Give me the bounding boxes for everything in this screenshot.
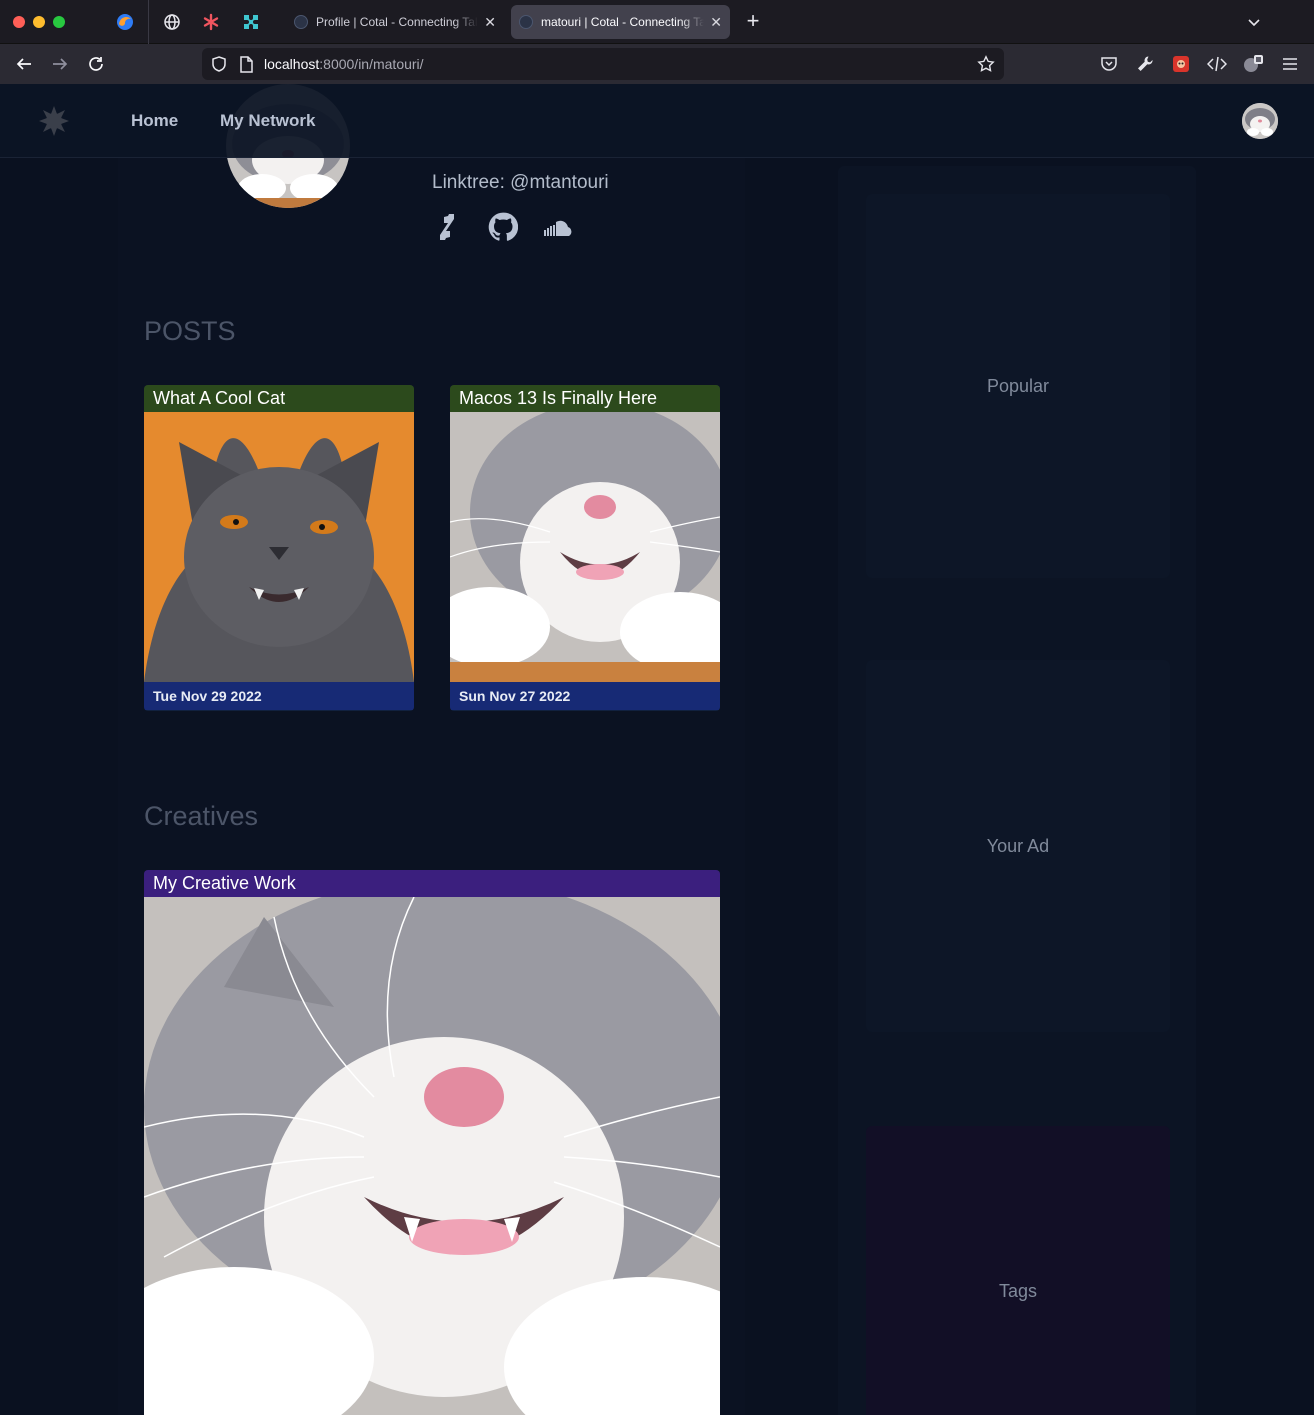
page-icon[interactable] bbox=[238, 56, 254, 78]
star-icon[interactable] bbox=[977, 55, 995, 78]
post-card[interactable]: Macos 13 Is Finally Here Sun Nov 27 2022 bbox=[450, 385, 720, 711]
popular-widget: Popular bbox=[866, 194, 1170, 578]
browser-tab-bar: Profile | Cotal - Connecting Talent ✕ ma… bbox=[0, 0, 1314, 44]
pocket-icon[interactable] bbox=[1098, 53, 1120, 75]
post-title[interactable]: What A Cool Cat bbox=[144, 385, 414, 412]
ad-widget[interactable]: Your Ad bbox=[866, 660, 1170, 1032]
close-window-button[interactable] bbox=[13, 16, 25, 28]
creative-image[interactable] bbox=[144, 897, 720, 1415]
back-arrow-icon[interactable] bbox=[12, 53, 36, 75]
post-image[interactable] bbox=[144, 412, 414, 682]
post-date: Sun Nov 27 2022 bbox=[450, 682, 720, 710]
sync-icon[interactable] bbox=[1243, 53, 1265, 75]
tab-separator bbox=[148, 0, 149, 44]
browser-toolbar: localhost:8000/in/matouri/ bbox=[0, 44, 1314, 84]
post-title[interactable]: Macos 13 Is Finally Here bbox=[450, 385, 720, 412]
cotal-logo-icon[interactable] bbox=[38, 105, 70, 137]
popular-label: Popular bbox=[986, 375, 1050, 396]
site-header: Home My Network bbox=[0, 84, 1314, 158]
cotal-favicon-icon bbox=[519, 15, 533, 29]
cotal-favicon-icon bbox=[294, 15, 308, 29]
globe-icon[interactable] bbox=[160, 10, 184, 34]
posts-heading: POSTS bbox=[144, 316, 236, 346]
url-text[interactable]: localhost:8000/in/matouri/ bbox=[264, 56, 424, 74]
tags-widget: Tags bbox=[866, 1126, 1170, 1415]
ad-label: Your Ad bbox=[986, 835, 1050, 856]
web-page: Home My Network Linktree: @mtantouri POS… bbox=[0, 84, 1314, 1415]
tab-matouri[interactable]: matouri | Cotal - Connecting Talent ✕ bbox=[511, 5, 730, 39]
reload-icon[interactable] bbox=[84, 53, 108, 75]
minimize-window-button[interactable] bbox=[33, 16, 45, 28]
tab-title: matouri | Cotal - Connecting Talent bbox=[541, 15, 705, 29]
extension-icon[interactable] bbox=[1170, 53, 1192, 75]
nav-home-link[interactable]: Home bbox=[131, 111, 178, 131]
new-tab-button[interactable]: + bbox=[742, 10, 764, 34]
soundcloud-icon[interactable] bbox=[544, 212, 574, 242]
wrench-icon[interactable] bbox=[1134, 53, 1156, 75]
devtools-icon[interactable] bbox=[1206, 53, 1228, 75]
post-card[interactable]: What A Cool Cat Tue Nov 29 2022 bbox=[144, 385, 414, 711]
right-sidebar: Popular Your Ad Tags bbox=[838, 166, 1196, 1415]
menu-icon[interactable] bbox=[1279, 53, 1301, 75]
linktree-link[interactable]: Linktree: @mtantouri bbox=[432, 172, 609, 194]
firefox-icon[interactable] bbox=[113, 10, 137, 34]
shield-icon[interactable] bbox=[210, 55, 228, 78]
creatives-heading: Creatives bbox=[144, 801, 259, 831]
tab-profile[interactable]: Profile | Cotal - Connecting Talent ✕ bbox=[286, 5, 504, 39]
close-icon[interactable]: ✕ bbox=[484, 14, 496, 31]
url-bar[interactable]: localhost:8000/in/matouri/ bbox=[202, 48, 1004, 80]
tab-title: Profile | Cotal - Connecting Talent bbox=[316, 15, 479, 29]
url-path: :8000/in/matouri/ bbox=[319, 56, 424, 72]
url-host: localhost bbox=[264, 56, 320, 72]
chevron-down-icon[interactable] bbox=[1244, 12, 1264, 32]
post-image[interactable] bbox=[450, 412, 720, 682]
close-icon[interactable]: ✕ bbox=[710, 14, 722, 31]
creative-card[interactable]: My Creative Work bbox=[144, 870, 720, 1415]
zoom-window-button[interactable] bbox=[53, 16, 65, 28]
github-icon[interactable] bbox=[488, 212, 518, 242]
nav-my-network-link[interactable]: My Network bbox=[220, 111, 315, 131]
avatar[interactable] bbox=[1242, 103, 1278, 139]
forward-arrow-icon[interactable] bbox=[48, 53, 72, 75]
puzzle-icon[interactable] bbox=[239, 10, 263, 34]
asterisk-icon[interactable] bbox=[199, 10, 223, 34]
deviantart-icon[interactable] bbox=[432, 212, 462, 242]
creative-title[interactable]: My Creative Work bbox=[144, 870, 720, 897]
post-date: Tue Nov 29 2022 bbox=[144, 682, 414, 710]
tags-label: Tags bbox=[998, 1280, 1038, 1301]
